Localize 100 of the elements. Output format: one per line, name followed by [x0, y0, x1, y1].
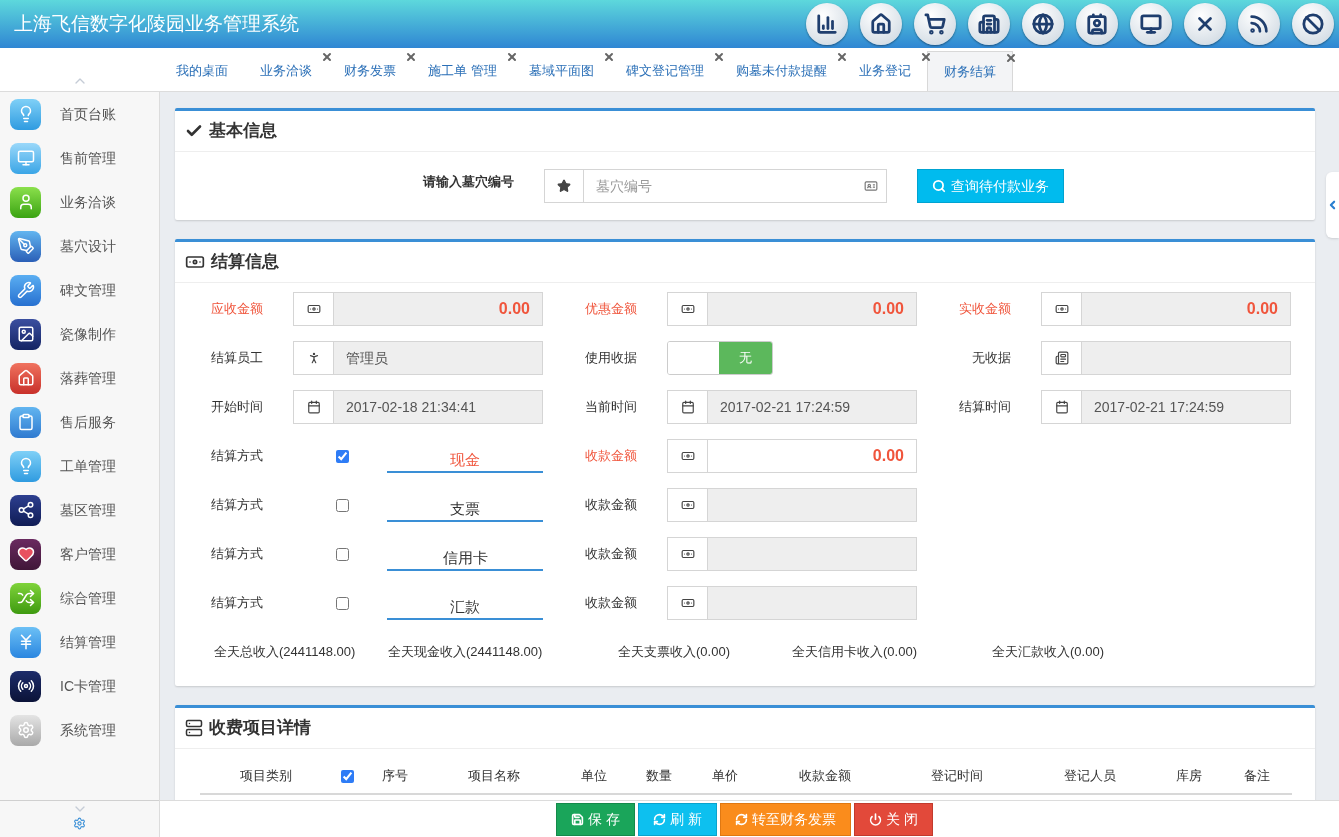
close-icon[interactable]	[405, 51, 417, 63]
input-group[interactable]: 2017-02-18 21:34:41	[293, 390, 543, 424]
toolbar-button[interactable]	[1076, 3, 1118, 45]
field-label: 收款金额	[584, 545, 638, 564]
field-label: 结算员工	[210, 349, 264, 368]
close-icon[interactable]	[1004, 52, 1017, 64]
refresh-icon	[653, 812, 667, 826]
input-field[interactable]: 2017-02-21 17:24:59	[708, 391, 916, 423]
tab[interactable]: 业务洽谈	[244, 51, 328, 91]
checkbox[interactable]	[340, 769, 354, 783]
toolbar-button[interactable]	[968, 3, 1010, 45]
action-button[interactable]: 关 闭	[853, 802, 933, 836]
toolbar-button[interactable]	[914, 3, 956, 45]
input-field[interactable]: 管理员	[334, 342, 542, 374]
tab[interactable]: 我的桌面	[160, 51, 244, 91]
close-icon[interactable]	[835, 51, 848, 63]
tab[interactable]: 业务登记	[842, 51, 927, 91]
field-label: 实收金额	[958, 300, 1012, 319]
input-field[interactable]	[708, 489, 916, 521]
checkbox[interactable]	[335, 547, 349, 561]
toolbar-button[interactable]	[806, 3, 848, 45]
column-header: 项目类别	[240, 767, 292, 786]
sidebar-item[interactable]: 工单管理	[0, 444, 159, 488]
close-icon[interactable]	[505, 51, 518, 63]
column-header: 备注	[1244, 767, 1270, 786]
sidebar-item[interactable]: 瓷像制作	[0, 312, 159, 356]
sidebar-item[interactable]: 业务洽谈	[0, 180, 159, 224]
sidebar-item[interactable]: 落葬管理	[0, 356, 159, 400]
toolbar-button[interactable]	[860, 3, 902, 45]
payment-method: 现金	[387, 449, 543, 473]
grave-number-field[interactable]: 墓穴编号	[584, 170, 856, 202]
field-label: 无收据	[971, 349, 1012, 368]
input-field[interactable]: 2017-02-21 17:24:59	[1082, 391, 1290, 423]
column-header: 库房	[1176, 767, 1202, 786]
input-group[interactable]: 0.00	[667, 439, 917, 473]
input-field[interactable]	[708, 538, 916, 570]
sidebar-item[interactable]: 首页台账	[0, 92, 159, 136]
toolbar-button[interactable]	[1238, 3, 1280, 45]
tab[interactable]: 施工单 管理	[412, 51, 513, 91]
side-handle[interactable]	[1326, 172, 1339, 238]
daily-total: 全天汇款收入(0.00)	[992, 643, 1104, 662]
column-header: 序号	[382, 767, 408, 786]
chart-icon	[816, 13, 838, 35]
sidebar-item[interactable]: 售后服务	[0, 400, 159, 444]
payment-method: 信用卡	[387, 547, 543, 571]
calendar-icon	[1054, 400, 1069, 414]
house-icon	[10, 362, 41, 394]
checkbox[interactable]	[335, 498, 349, 512]
gear-icon	[10, 714, 41, 746]
input-group[interactable]: 墓穴编号	[544, 169, 887, 203]
input-field[interactable]: 2017-02-18 21:34:41	[334, 391, 542, 423]
input-field[interactable]	[708, 587, 916, 619]
toolbar-button[interactable]	[1022, 3, 1064, 45]
input-field[interactable]	[1082, 342, 1290, 374]
sidebar-item[interactable]: 墓穴设计	[0, 224, 159, 268]
money-icon	[1054, 302, 1069, 316]
input-group[interactable]: 2017-02-21 17:24:59	[667, 390, 917, 424]
toolbar-button[interactable]	[1292, 3, 1334, 45]
field-label: 当前时间	[584, 398, 638, 417]
sidebar-item[interactable]: IC卡管理	[0, 664, 159, 708]
checkbox[interactable]	[335, 449, 349, 463]
sidebar-item[interactable]: 系统管理	[0, 708, 159, 752]
input-group[interactable]	[667, 586, 917, 620]
payment-method: 汇款	[387, 596, 543, 620]
daily-total: 全天支票收入(0.00)	[618, 643, 731, 662]
input-group[interactable]	[667, 537, 917, 571]
toolbar-button[interactable]	[1184, 3, 1226, 45]
input-group[interactable]: 管理员	[293, 341, 543, 375]
sidebar-item[interactable]: 客户管理	[0, 532, 159, 576]
input-group[interactable]	[1041, 341, 1291, 375]
tab[interactable]: 财务发票	[328, 51, 412, 91]
panel-title: 基本信息	[209, 120, 277, 143]
checkbox[interactable]	[335, 596, 349, 610]
id-card-icon	[864, 179, 878, 193]
column-header: 单位	[581, 767, 607, 786]
sidebar-item[interactable]: 综合管理	[0, 576, 159, 620]
input-group[interactable]	[667, 488, 917, 522]
column-header: 单价	[712, 767, 738, 786]
sidebar-item[interactable]: 碑文管理	[0, 268, 159, 312]
close-icon[interactable]	[712, 51, 725, 63]
field-label: 结算方式	[210, 594, 264, 613]
money-icon	[680, 596, 695, 610]
refresh-icon	[734, 812, 748, 826]
tab[interactable]: 墓域平面图	[512, 51, 610, 91]
input-group[interactable]: 2017-02-21 17:24:59	[1041, 390, 1291, 424]
sidebar-item[interactable]: 结算管理	[0, 620, 159, 664]
field-label: 结算时间	[958, 398, 1012, 417]
toolbar-button[interactable]	[1130, 3, 1172, 45]
close-icon[interactable]	[321, 51, 333, 63]
sidebar-item[interactable]: 墓区管理	[0, 488, 159, 532]
tab[interactable]: 购墓未付款提醒	[719, 51, 843, 91]
tab[interactable]: 财务结算	[926, 51, 1013, 91]
close-icon[interactable]	[602, 51, 615, 63]
monitor-icon	[1140, 13, 1162, 35]
tab[interactable]: 碑文登记管理	[609, 51, 720, 91]
sidebar-item[interactable]: 售前管理	[0, 136, 159, 180]
globe-icon	[1032, 13, 1054, 35]
field-label: 收款金额	[584, 447, 638, 466]
gear-icon[interactable]	[73, 817, 86, 830]
close-icon[interactable]	[919, 51, 932, 63]
